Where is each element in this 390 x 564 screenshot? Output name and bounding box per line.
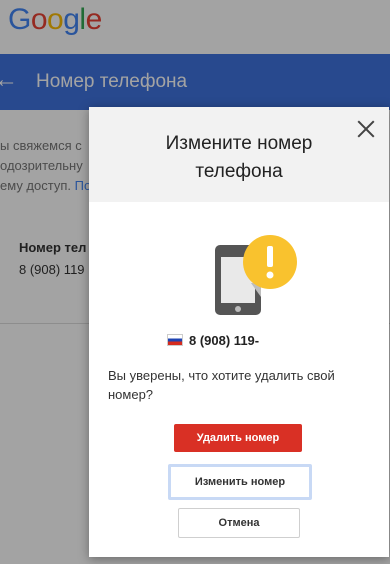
dialog-title: Измените номер телефона — [165, 133, 313, 182]
phone-number: 8 (908) 119- — [189, 333, 260, 348]
delete-number-button[interactable]: Удалить номер — [174, 424, 302, 452]
change-phone-dialog: Измените номер телефона 8 (908) 119- Вы … — [89, 107, 389, 557]
phone-number-row: 8 (908) 119- — [167, 333, 259, 348]
confirmation-question: Вы уверены, что хотите удалить свой номе… — [108, 368, 335, 402]
cancel-button[interactable]: Отмена — [178, 508, 300, 538]
change-number-button[interactable]: Изменить номер — [168, 464, 312, 500]
phone-warning-icon — [215, 235, 297, 315]
close-icon[interactable] — [355, 118, 377, 140]
russia-flag-icon — [167, 334, 183, 346]
